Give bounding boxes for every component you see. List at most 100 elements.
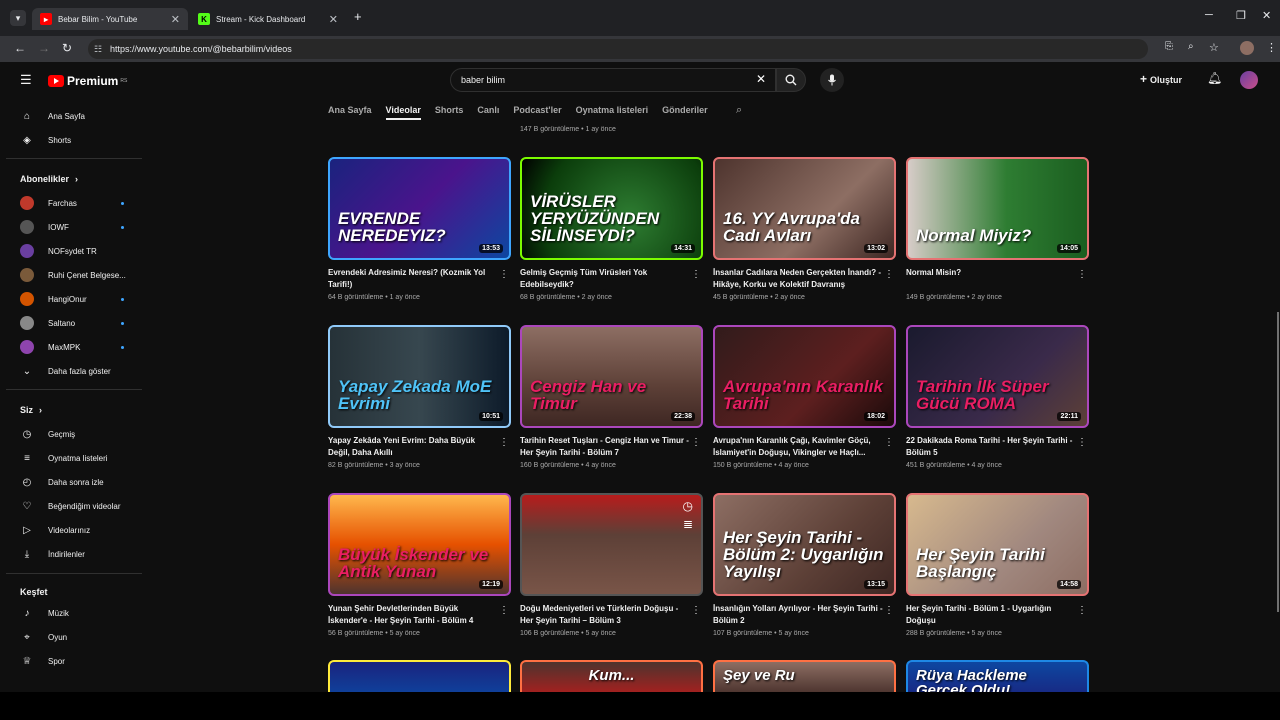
video-title[interactable]: İnsanlığın Yolları Ayrılıyor - Her Şeyin… xyxy=(713,603,883,627)
video-thumbnail[interactable]: Cengiz Han ve Timur 22:38 xyxy=(520,325,703,428)
channel-tab[interactable]: Podcast'ler xyxy=(513,105,561,120)
video-title[interactable]: Doğu Medeniyetleri ve Türklerin Doğuşu -… xyxy=(520,603,690,627)
search-input[interactable]: baber bilim xyxy=(450,68,776,92)
video-card[interactable]: 16. YY Avrupa'da Cadı Avları 13:02 İnsanla… xyxy=(713,157,896,301)
channel-tab[interactable]: Shorts xyxy=(435,105,464,120)
video-title[interactable]: Avrupa'nın Karanlık Çağı, Kavimler Göçü,… xyxy=(713,435,883,459)
sidebar-item-you[interactable]: ◴ Daha sonra izle xyxy=(20,472,140,492)
more-options-icon[interactable]: ⋮ xyxy=(1077,437,1087,448)
reload-icon[interactable]: ↻ xyxy=(62,41,72,55)
video-card[interactable]: Tarihin İlk Süper Gücü ROMA 22:11 22 Dakik… xyxy=(906,325,1089,469)
bookmark-star-icon[interactable]: ☆ xyxy=(1209,41,1219,54)
back-icon[interactable]: ← xyxy=(14,41,26,55)
more-options-icon[interactable]: ⋮ xyxy=(884,437,894,448)
sidebar-item-subscription[interactable]: NOFsydet TR xyxy=(20,241,140,261)
watch-later-icon[interactable]: ◷ xyxy=(683,499,693,513)
video-thumbnail[interactable]: Tarihin İlk Süper Gücü ROMA 22:11 xyxy=(906,325,1089,428)
video-thumbnail[interactable]: 16. YY Avrupa'da Cadı Avları 13:02 xyxy=(713,157,896,260)
more-options-icon[interactable]: ⋮ xyxy=(691,605,701,616)
video-card[interactable]: Avrupa'nın Karanlık Tarihi 18:02 Avrupa'nı… xyxy=(713,325,896,469)
sidebar-item-explore[interactable]: ⌖ Oyun xyxy=(20,627,140,647)
sidebar-item-you[interactable]: ◷ Geçmiş xyxy=(20,424,140,444)
zoom-icon[interactable]: ⌕ xyxy=(1188,41,1194,52)
channel-tab[interactable]: Videolar xyxy=(385,105,421,120)
channel-search-icon[interactable]: ⌕ xyxy=(736,104,742,117)
video-title[interactable]: Normal Misin? xyxy=(906,267,1076,291)
account-avatar[interactable] xyxy=(1240,71,1258,89)
close-tab-icon[interactable]: ✕ xyxy=(171,13,180,26)
more-options-icon[interactable]: ⋮ xyxy=(499,437,509,448)
more-options-icon[interactable]: ⋮ xyxy=(499,605,509,616)
sidebar-item-subscription[interactable]: Saltano xyxy=(20,313,140,333)
minimize-icon[interactable]: ─ xyxy=(1205,9,1213,21)
search-button[interactable] xyxy=(776,68,806,92)
channel-tab[interactable]: Canlı xyxy=(477,105,499,120)
channel-tab[interactable]: Gönderiler xyxy=(662,105,708,120)
video-thumbnail[interactable]: VİRÜSLER YERYÜZÜNDEN SİLİNSEYDİ? 14:31 xyxy=(520,157,703,260)
video-card[interactable]: VİRÜSLER YERYÜZÜNDEN SİLİNSEYDİ? 14:31 Gel… xyxy=(520,157,703,301)
channel-tab[interactable]: Oynatma listeleri xyxy=(576,105,649,120)
profile-avatar[interactable] xyxy=(1240,41,1254,55)
video-title[interactable]: İnsanlar Cadılara Neden Gerçekten İnandı… xyxy=(713,267,883,291)
sidebar-item-subscription[interactable]: MaxMPK xyxy=(20,337,140,357)
sidebar-item-you[interactable]: ≡ Oynatma listeleri xyxy=(20,448,140,468)
clear-search-icon[interactable]: ✕ xyxy=(756,72,766,86)
video-card[interactable]: Yapay Zekada MoE Evrimi 10:51 Yapay Zekâda… xyxy=(328,325,511,469)
more-options-icon[interactable]: ⋮ xyxy=(691,269,701,280)
video-title[interactable]: Tarihin Reset Tuşları - Cengiz Han ve Ti… xyxy=(520,435,690,459)
video-title[interactable]: Evrendeki Adresimiz Neresi? (Kozmik Yol … xyxy=(328,267,498,291)
more-options-icon[interactable]: ⋮ xyxy=(1077,605,1087,616)
hamburger-menu-icon[interactable]: ☰ xyxy=(20,72,32,88)
subscriptions-heading[interactable]: Abonelikler › xyxy=(20,174,78,184)
channel-tab[interactable]: Ana Sayfa xyxy=(328,105,372,120)
video-card[interactable]: Normal Miyiz? 14:05 Normal Misin? 149 B gör… xyxy=(906,157,1089,301)
video-thumbnail[interactable]: Normal Miyiz? 14:05 xyxy=(906,157,1089,260)
close-tab-icon[interactable]: ✕ xyxy=(329,13,338,26)
video-card[interactable]: Cengiz Han ve Timur 22:38 Tarihin Reset Tu… xyxy=(520,325,703,469)
video-thumbnail[interactable]: ◷ ≣ xyxy=(520,493,703,596)
you-heading[interactable]: Siz › xyxy=(20,405,42,415)
sidebar-item-you[interactable]: ⤓ İndirilenler xyxy=(20,544,140,564)
video-thumbnail[interactable]: Büyük İskender ve Antik Yunan 12:19 xyxy=(328,493,511,596)
sidebar-item-subscription[interactable]: Ruhi Çenet Belgese... xyxy=(20,265,140,285)
video-thumbnail[interactable]: Yapay Zekada MoE Evrimi 10:51 xyxy=(328,325,511,428)
sidebar-item-home[interactable]: ⌂ Ana Sayfa xyxy=(20,106,140,126)
sidebar-item-you[interactable]: ♡ Beğendiğim videolar xyxy=(20,496,140,516)
video-card[interactable]: Her Şeyin Tarihi - Bölüm 2: Uygarlığın Y… xyxy=(713,493,896,637)
install-icon[interactable]: ⎘ xyxy=(1165,41,1173,52)
new-tab-icon[interactable]: + xyxy=(354,9,362,24)
video-card[interactable]: EVRENDE NEREDEYIZ? 13:53 Evrendeki Adresim… xyxy=(328,157,511,301)
video-title[interactable]: Gelmiş Geçmiş Tüm Virüsleri Yok Edebilse… xyxy=(520,267,690,291)
sidebar-item-explore[interactable]: ♪ Müzik xyxy=(20,603,140,623)
video-title[interactable]: Her Şeyin Tarihi - Bölüm 1 - Uygarlığın … xyxy=(906,603,1076,627)
address-bar[interactable]: ☷ https://www.youtube.com/@bebarbilim/vi… xyxy=(88,39,1148,59)
show-more-button[interactable]: ⌄ Daha fazla göster xyxy=(20,361,140,381)
video-title[interactable]: 22 Dakikada Roma Tarihi - Her Şeyin Tari… xyxy=(906,435,1076,459)
video-thumbnail[interactable]: Her Şeyin Tarihi - Bölüm 2: Uygarlığın Y… xyxy=(713,493,896,596)
video-thumbnail[interactable]: EVRENDE NEREDEYIZ? 13:53 xyxy=(328,157,511,260)
site-info-icon[interactable]: ☷ xyxy=(94,44,102,55)
video-title[interactable]: Yunan Şehir Devletlerinden Büyük İskende… xyxy=(328,603,498,627)
voice-search-button[interactable] xyxy=(820,68,844,92)
forward-icon[interactable]: → xyxy=(38,41,50,55)
sidebar-item-subscription[interactable]: Farchas xyxy=(20,193,140,213)
sidebar-item-shorts[interactable]: ◈ Shorts xyxy=(20,130,140,150)
close-window-icon[interactable]: ✕ xyxy=(1262,9,1271,22)
youtube-premium-logo[interactable]: Premium RS xyxy=(48,74,127,88)
more-options-icon[interactable]: ⋮ xyxy=(499,269,509,280)
notifications-bell-icon[interactable]: 🔔︎ xyxy=(1207,71,1222,85)
add-to-queue-icon[interactable]: ≣ xyxy=(683,517,693,531)
sidebar-item-subscription[interactable]: HangiOnur xyxy=(20,289,140,309)
scrollbar[interactable] xyxy=(1277,312,1279,612)
sidebar-item-explore[interactable]: ♕ Spor xyxy=(20,651,140,671)
video-title[interactable]: Yapay Zekâda Yeni Evrim: Daha Büyük Deği… xyxy=(328,435,498,459)
video-thumbnail[interactable]: Her Şeyin Tarihi Başlangıç 14:58 xyxy=(906,493,1089,596)
restore-icon[interactable]: ❐ xyxy=(1236,9,1246,22)
sidebar-item-you[interactable]: ▷ Videolarınız xyxy=(20,520,140,540)
browser-menu-icon[interactable]: ⋮ xyxy=(1266,41,1277,54)
more-options-icon[interactable]: ⋮ xyxy=(884,605,894,616)
video-card[interactable]: Her Şeyin Tarihi Başlangıç 14:58 Her Şeyin… xyxy=(906,493,1089,637)
tab-search-icon[interactable]: ▾ xyxy=(10,10,26,26)
more-options-icon[interactable]: ⋮ xyxy=(884,269,894,280)
video-card[interactable]: ◷ ≣ Doğu Medeniyetleri ve Türklerin Doğuşu… xyxy=(520,493,703,637)
